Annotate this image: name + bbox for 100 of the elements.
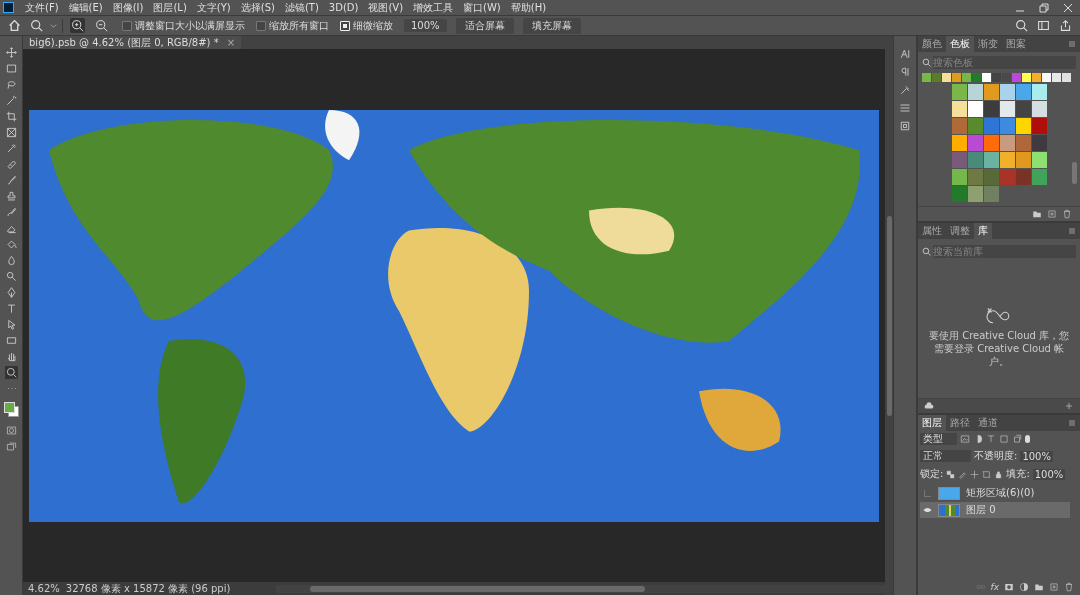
color-swatches-icon[interactable] [3,402,19,417]
color-swatch[interactable] [983,186,999,202]
smart-object-filter-icon[interactable] [1012,434,1022,444]
color-swatch[interactable] [967,101,983,117]
color-swatch[interactable] [967,84,983,100]
panel-menu-icon[interactable] [1068,419,1076,427]
color-swatch[interactable] [999,169,1015,185]
menu-item[interactable]: 文件(F) [20,0,64,15]
folder-icon[interactable] [1032,209,1042,219]
new-layer-icon[interactable] [1049,582,1059,592]
panel-tab[interactable]: 颜色 [918,36,946,52]
color-swatch[interactable] [1031,84,1047,100]
color-swatch[interactable] [999,152,1015,168]
heal-tool-icon[interactable] [4,158,18,171]
color-swatch[interactable] [1015,169,1031,185]
recent-swatch[interactable] [982,73,991,82]
color-swatch[interactable] [1015,118,1031,134]
menu-item[interactable]: 3D(D) [323,2,364,13]
panel-tab[interactable]: 通道 [974,415,1002,431]
color-swatch[interactable] [999,84,1015,100]
color-swatch[interactable] [983,101,999,117]
color-swatch[interactable] [1031,135,1047,151]
bucket-tool-icon[interactable] [4,238,18,251]
zoom-out-icon[interactable] [94,18,109,33]
home-icon[interactable] [8,19,21,32]
menu-item[interactable]: 视图(V) [363,0,409,15]
fit-button[interactable]: 填充屏幕 [522,17,581,34]
panel-menu-icon[interactable] [1068,40,1076,48]
color-swatch[interactable] [967,135,983,151]
swatch-search-field[interactable]: 搜索色板 [933,56,1076,69]
zoom-in-icon[interactable] [70,18,85,33]
caret-icon[interactable] [50,22,57,29]
horizontal-scrollbar[interactable] [276,584,885,593]
menu-item[interactable]: 窗口(W) [458,0,506,15]
adjustment-icon[interactable] [1019,582,1029,592]
restore-icon[interactable] [1038,1,1050,14]
eye-icon[interactable] [922,507,932,513]
color-swatch[interactable] [951,118,967,134]
checkbox[interactable] [256,20,266,31]
wand-tool-icon[interactable] [4,94,18,107]
menu-item[interactable]: 帮助(H) [505,0,552,15]
vertical-scrollbar[interactable] [885,36,893,595]
menu-item[interactable]: 编辑(E) [63,0,108,15]
layer-filter-dropdown[interactable]: 类型 [920,433,957,445]
menu-item[interactable]: 滤镜(T) [279,0,324,15]
screen-mode-icon[interactable] [4,440,18,453]
recent-swatch[interactable] [942,73,951,82]
folder-icon[interactable] [1034,582,1044,592]
panel-tab[interactable]: 色板 [946,36,974,52]
fit-button[interactable]: 适合屏幕 [455,17,514,34]
color-swatch[interactable] [983,135,999,151]
recent-swatch[interactable] [952,73,961,82]
panel-tab[interactable]: 属性 [918,223,946,239]
frame-tool-icon[interactable] [4,126,18,139]
color-swatch[interactable] [951,135,967,151]
color-swatch[interactable] [1031,118,1047,134]
zoom-field[interactable]: 100% [404,19,447,32]
layer-row[interactable]: 矩形区域(6)(0) [920,485,1070,501]
panel-scrollbar[interactable] [1072,162,1077,184]
panel-tab[interactable]: 调整 [946,223,974,239]
color-swatch[interactable] [1015,135,1031,151]
color-swatch[interactable] [951,169,967,185]
color-swatch[interactable] [999,135,1015,151]
color-swatch[interactable] [983,84,999,100]
color-swatch[interactable] [983,152,999,168]
recent-swatch[interactable] [932,73,941,82]
mask-icon[interactable] [1004,582,1014,592]
color-swatch[interactable] [983,169,999,185]
workspace-icon[interactable] [1037,19,1050,32]
color-swatch[interactable] [967,152,983,168]
lasso-tool-icon[interactable] [4,78,18,91]
color-swatch[interactable] [951,101,967,117]
panel-tab[interactable]: 渐变 [974,36,1002,52]
lock-position-icon[interactable] [970,469,980,479]
lock-artboard-icon[interactable] [982,469,992,479]
recent-swatch[interactable] [1022,73,1031,82]
lock-paint-icon[interactable] [958,469,968,479]
filter-toggle[interactable] [1025,435,1030,443]
trash-icon[interactable] [1064,582,1074,592]
paragraph-icon[interactable] [899,66,911,78]
menu-item[interactable]: 文字(Y) [191,0,236,15]
recent-swatch[interactable] [962,73,971,82]
color-swatch[interactable] [1015,101,1031,117]
crop-tool-icon[interactable] [4,110,18,123]
shape-filter-icon[interactable] [999,434,1009,444]
layer-style-button[interactable]: fx [990,582,999,592]
new-swatch-icon[interactable] [1047,209,1057,219]
adjustment-layers-icon[interactable] [899,102,911,114]
zoom-icon[interactable] [30,19,43,32]
move-tool-icon[interactable] [4,46,18,59]
document-tab[interactable]: big6).psb @ 4.62% (图层 0, RGB/8#) * × [23,36,242,49]
recent-swatch[interactable] [1032,73,1041,82]
color-swatch[interactable] [951,84,967,100]
panel-tab[interactable]: 图案 [1002,36,1030,52]
visibility-toggle[interactable] [923,489,931,497]
recent-swatch[interactable] [972,73,981,82]
marquee-tool-icon[interactable] [4,62,18,75]
color-swatch[interactable] [967,186,983,202]
recent-swatch[interactable] [1002,73,1011,82]
cloud-icon[interactable] [924,401,934,411]
